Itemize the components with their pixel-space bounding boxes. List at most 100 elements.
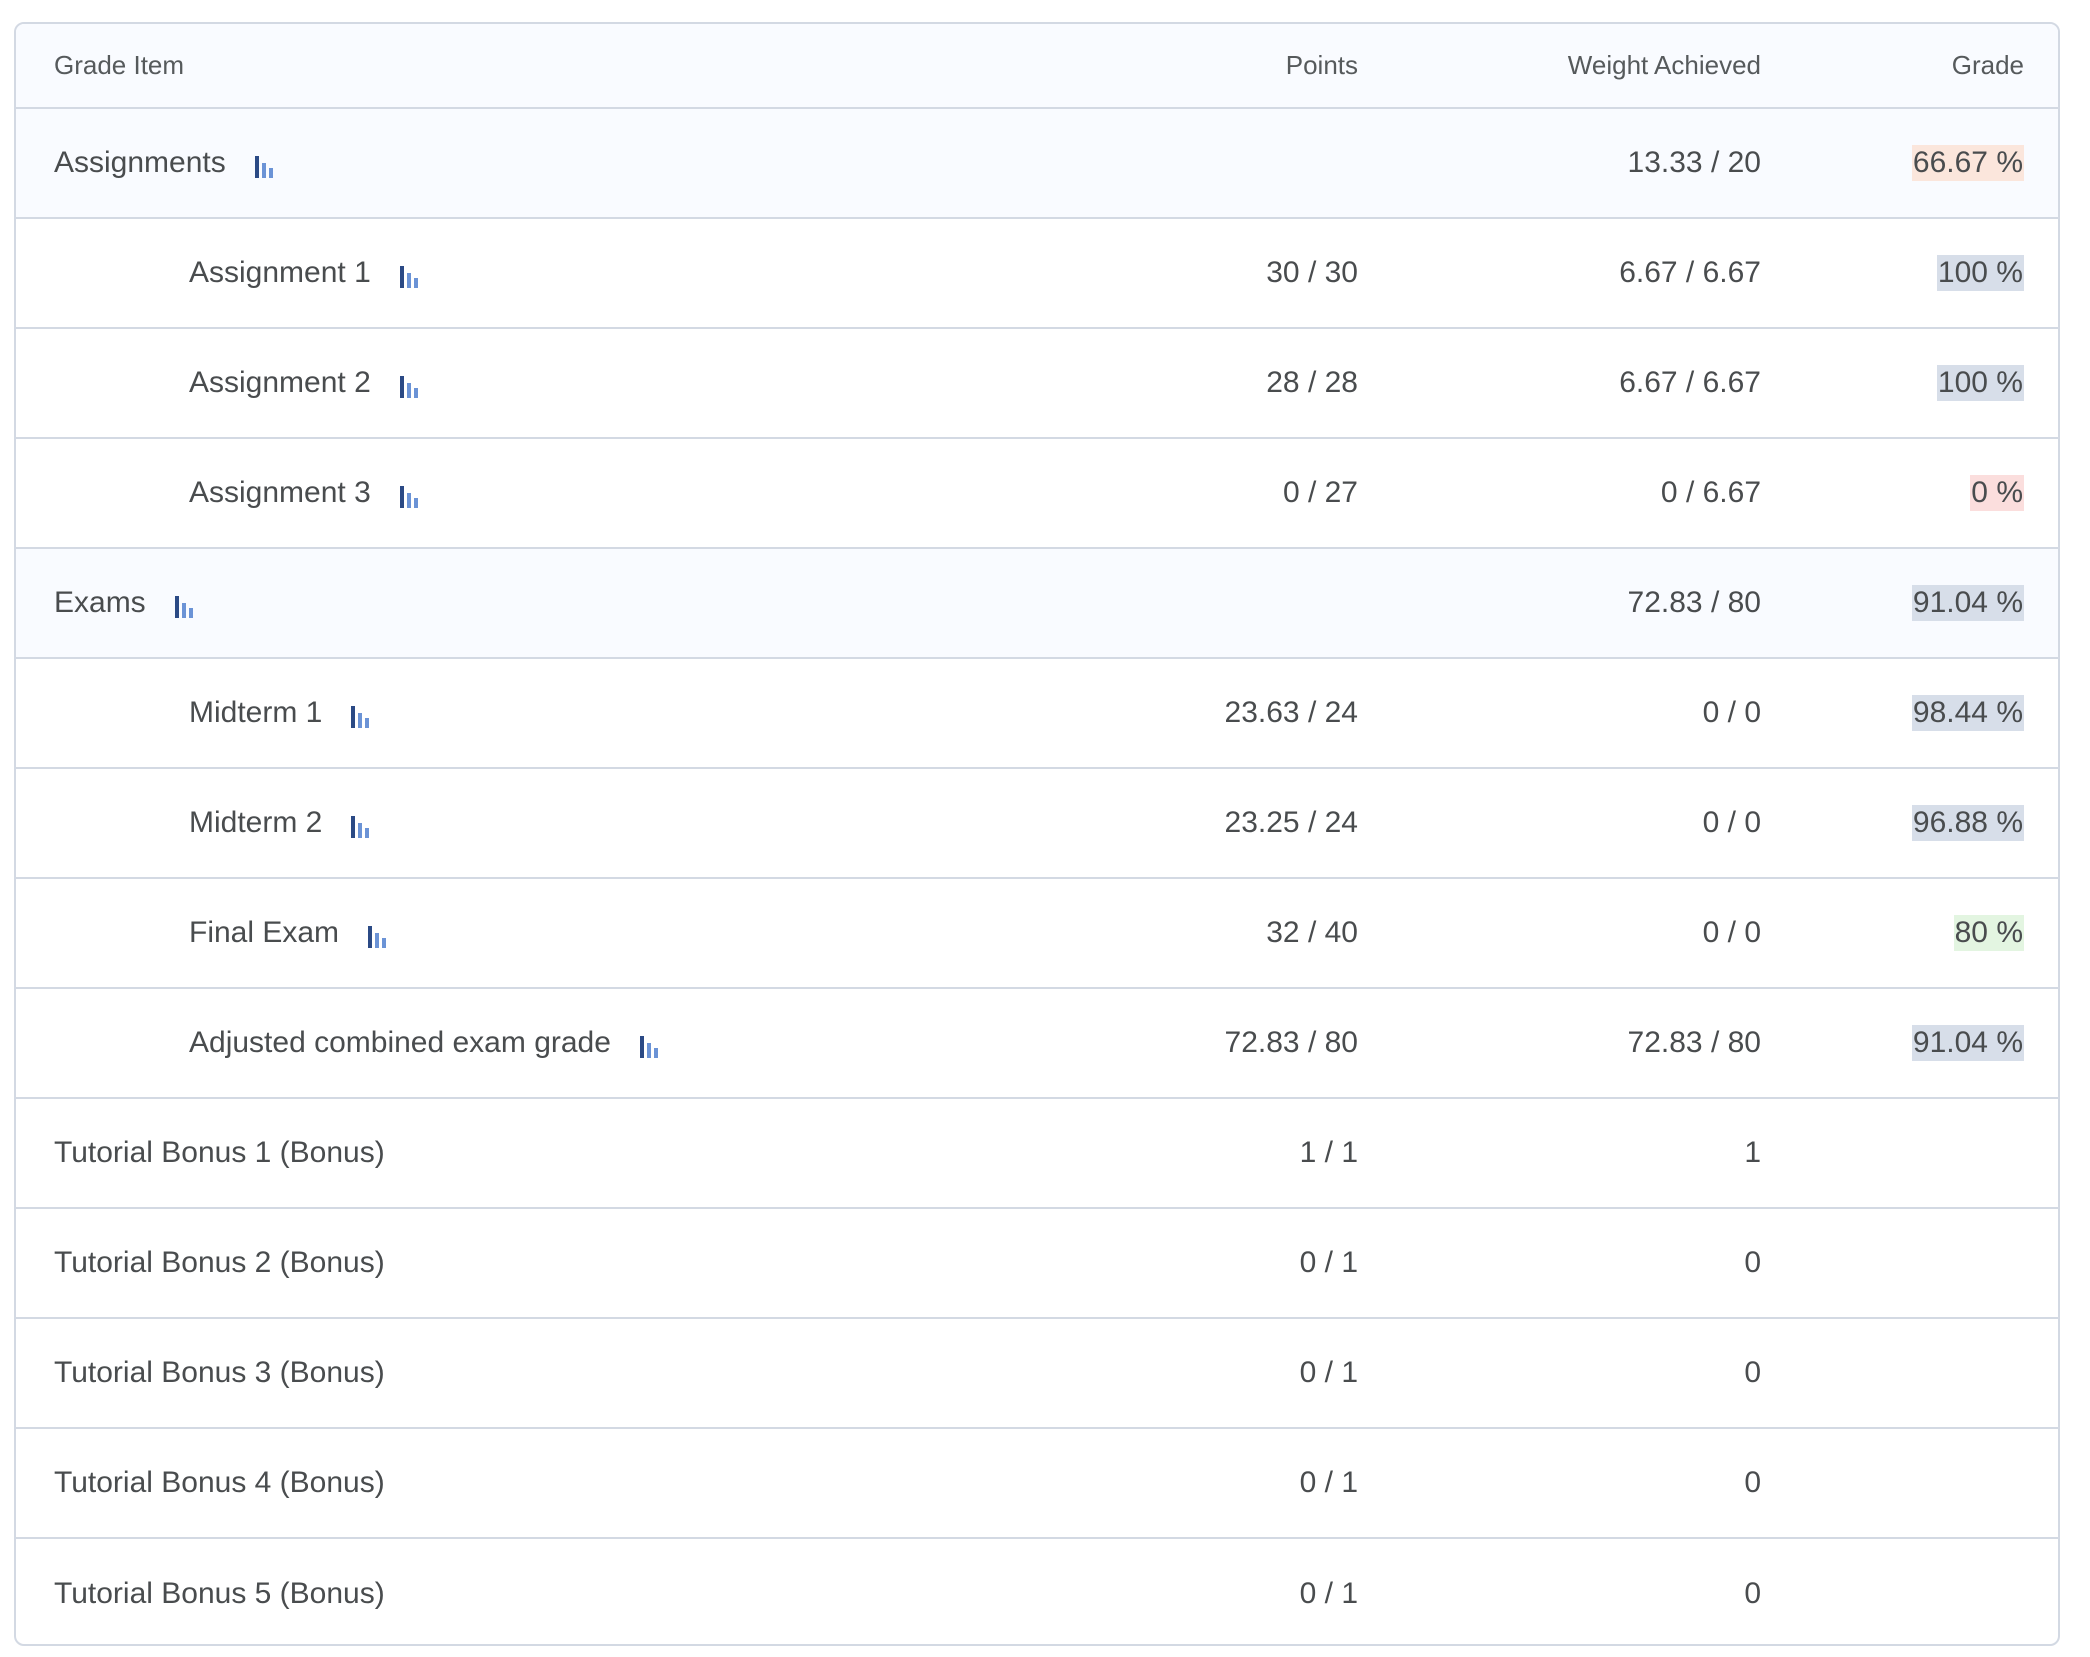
table-row: Tutorial Bonus 2 (Bonus) 0 / 10 [16,1208,2058,1319]
grade-cell: 98.44 % [1761,658,2058,769]
table-row: Midterm 1 23.63 / 24 0 / 0 98.44 % [16,658,2058,769]
grade-cell [1761,1318,2058,1429]
grade-item-name: Assignment 2 [189,366,371,400]
points-cell: 0 / 1 [1299,1576,1358,1610]
grade-item-name: Assignment 3 [189,476,371,510]
grade-badge: 66.67 % [1911,145,2024,181]
weight-achieved-cell: 6.67 / 6.67 [1358,328,1761,439]
grade-item-cell: Assignments [16,108,1056,219]
weight-achieved-cell: 0 [1358,1428,1761,1539]
bar-chart-stats-icon[interactable] [174,593,196,619]
table-row: Assignment 2 28 / 28 6.67 / 6.67 100 % [16,328,2058,439]
header-grade: Grade [1761,24,2058,109]
weight-achieved-cell: 0 / 6.67 [1358,438,1761,549]
grade-cell [1761,1098,2058,1209]
grade-item-name: Tutorial Bonus 5 (Bonus) [54,1577,385,1611]
grade-item-cell: Assignment 2 [16,328,1056,439]
grade-item-name: Adjusted combined exam grade [189,1026,611,1060]
grade-item-name: Tutorial Bonus 3 (Bonus) [54,1356,385,1390]
grade-item-cell: Final Exam [16,878,1056,989]
bar-chart-stats-icon[interactable] [399,263,421,289]
weight-achieved-cell: 0 [1358,1208,1761,1319]
bar-chart-stats-icon[interactable] [350,813,372,839]
weight-achieved-cell: 72.83 / 80 [1358,988,1761,1099]
header-points: Points [1056,24,1358,109]
weight-achieved-cell: 13.33 / 20 [1358,108,1761,219]
header-weight-achieved: Weight Achieved [1358,24,1761,109]
grade-rows: Assignments 13.33 / 20 66.67 % Assignment 1… [16,108,2058,1644]
weight-achieved-cell: 0 / 0 [1358,658,1761,769]
table-row: Tutorial Bonus 4 (Bonus) 0 / 10 [16,1428,2058,1539]
grade-item-name: Tutorial Bonus 1 (Bonus) [54,1136,385,1170]
grade-item-cell: Exams [16,548,1056,659]
points-cell: 23.25 / 24 [1056,768,1358,879]
points-cell [1056,548,1358,659]
points-cell: 0 / 1 [1056,1428,1358,1539]
grade-item-name: Final Exam [189,916,340,950]
grade-item-cell: Tutorial Bonus 5 (Bonus) [16,1538,1056,1644]
table-row: Assignment 3 0 / 27 0 / 6.67 0 % [16,438,2058,549]
grade-cell: 66.67 % [1761,108,2058,219]
grade-item-cell: Tutorial Bonus 4 (Bonus) [16,1428,1056,1539]
points-cell: 32 / 40 [1056,878,1358,989]
table-row: Midterm 2 23.25 / 24 0 / 0 96.88 % [16,768,2058,879]
grade-item-name: Exams [54,586,146,620]
bar-chart-stats-icon[interactable] [350,703,372,729]
grade-item-name: Tutorial Bonus 2 (Bonus) [54,1246,385,1280]
grades-table-container: Grade Item Points Weight Achieved Grade … [14,22,2060,1646]
points-cell: 0 / 27 [1056,438,1358,549]
grade-cell: 100 % [1761,218,2058,329]
weight-achieved-cell: 0 / 0 [1358,768,1761,879]
points-cell: 1 / 1 [1056,1098,1358,1209]
grade-item-name: Tutorial Bonus 4 (Bonus) [54,1466,385,1500]
category-row: Exams 72.83 / 80 91.04 % [16,548,2058,659]
grade-cell [1761,1538,2058,1644]
grade-item-name: Midterm 2 [189,806,323,840]
weight-achieved-cell: 0 / 0 [1358,878,1761,989]
points-cell: 0 / 1 [1056,1208,1358,1319]
table-row: Tutorial Bonus 5 (Bonus) 0 / 1 0 [16,1538,2058,1644]
points-cell: 23.63 / 24 [1056,658,1358,769]
weight-achieved-cell: 72.83 / 80 [1358,548,1761,659]
table-row: Adjusted combined exam grade 72.83 / 80 72… [16,988,2058,1099]
grade-item-name: Midterm 1 [189,696,323,730]
grade-cell: 96.88 % [1761,768,2058,879]
grade-item-name: Assignment 1 [189,256,371,290]
bar-chart-stats-icon[interactable] [639,1033,661,1059]
weight-achieved-cell: 0 [1358,1318,1761,1429]
grade-badge: 80 % [1953,915,2024,951]
grade-badge: 91.04 % [1911,1025,2024,1061]
weight-achieved-cell: 1 [1358,1098,1761,1209]
grade-item-cell: Midterm 1 [16,658,1056,769]
points-cell [1056,108,1358,219]
header-grade-item: Grade Item [16,24,1056,109]
table-row: Tutorial Bonus 3 (Bonus) 0 / 10 [16,1318,2058,1429]
points-cell: 30 / 30 [1056,218,1358,329]
grade-cell: 0 % [1761,438,2058,549]
weight-achieved-cell: 6.67 / 6.67 [1358,218,1761,329]
bar-chart-stats-icon[interactable] [367,923,389,949]
grade-item-name: Assignments [54,146,226,180]
grades-table: Grade Item Points Weight Achieved Grade … [16,24,2058,1644]
grade-item-cell: Assignment 1 [16,218,1056,329]
grade-badge: 98.44 % [1911,695,2024,731]
points-cell: 28 / 28 [1056,328,1358,439]
table-row: Assignment 1 30 / 30 6.67 / 6.67 100 % [16,218,2058,329]
grade-cell [1761,1208,2058,1319]
bar-chart-stats-icon[interactable] [399,483,421,509]
grade-badge: 100 % [1936,365,2024,401]
grade-cell [1761,1428,2058,1539]
grade-cell: 91.04 % [1761,548,2058,659]
grade-item-cell: Adjusted combined exam grade [16,988,1056,1099]
bar-chart-stats-icon[interactable] [399,373,421,399]
table-header-row: Grade Item Points Weight Achieved Grade [16,24,2058,109]
grade-badge: 91.04 % [1911,585,2024,621]
grade-item-cell: Tutorial Bonus 2 (Bonus) [16,1208,1056,1319]
bar-chart-stats-icon[interactable] [254,153,276,179]
grade-badge: 0 % [1970,475,2024,511]
grade-item-cell: Midterm 2 [16,768,1056,879]
weight-achieved-cell: 0 [1744,1576,1761,1610]
grade-item-cell: Tutorial Bonus 3 (Bonus) [16,1318,1056,1429]
table-row: Final Exam 32 / 40 0 / 0 80 % [16,878,2058,989]
grade-cell: 100 % [1761,328,2058,439]
